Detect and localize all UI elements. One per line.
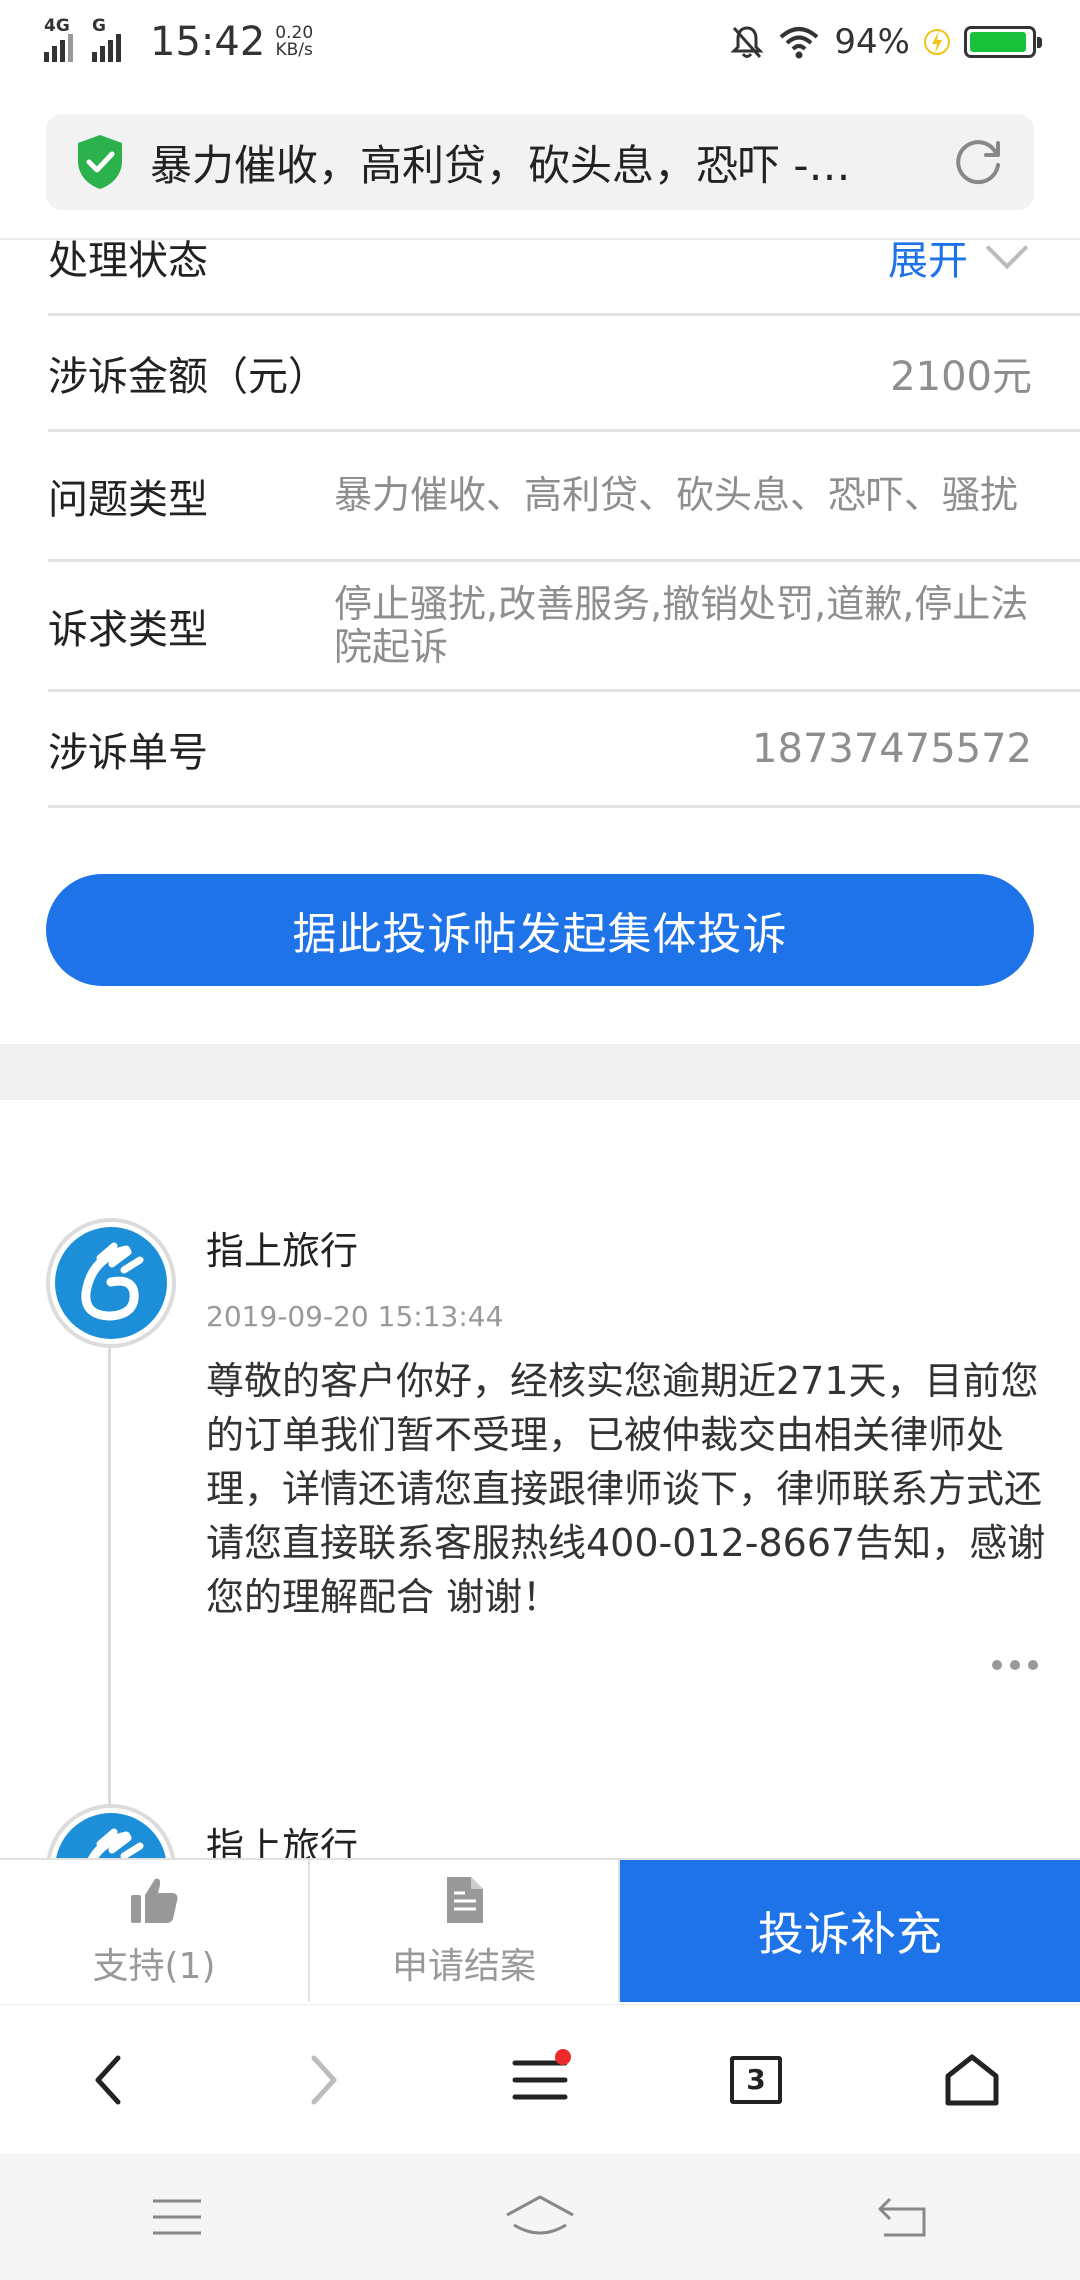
system-home-icon[interactable] <box>504 2193 576 2241</box>
avatar[interactable] <box>46 1218 176 1348</box>
supplement-complaint-button[interactable]: 投诉补充 <box>620 1860 1080 2002</box>
mute-bell-icon <box>730 26 765 59</box>
case-number-row: 涉诉单号 18737475572 <box>48 692 1080 808</box>
status-bar: 4G G 15:42 0.20 KB/s 94% <box>0 0 1080 84</box>
close-case-label[interactable]: 申请结案 <box>392 1937 536 1989</box>
case-number-label: 涉诉单号 <box>48 729 208 776</box>
battery-level <box>970 32 1027 52</box>
issue-type-value: 暴力催收、高利贷、砍头息、恐吓、骚扰 <box>334 473 1019 517</box>
address-bar[interactable]: 暴力催收，高利贷，砍头息，恐吓 -… <box>46 114 1034 210</box>
issue-type-row: 问题类型 暴力催收、高利贷、砍头息、恐吓、骚扰 <box>48 432 1080 562</box>
section-divider <box>0 1044 1080 1100</box>
menu-button[interactable] <box>495 2035 585 2125</box>
notification-dot <box>555 2048 571 2065</box>
reload-icon[interactable] <box>952 135 1006 189</box>
home-icon <box>945 2054 999 2105</box>
comment-date: 2019-09-20 15:13:44 <box>206 1300 504 1333</box>
support-label[interactable]: 支持(1) <box>93 1937 216 1989</box>
amount-row: 涉诉金额（元） 2100元 <box>48 316 1080 432</box>
back-arrow-icon <box>95 2055 121 2104</box>
brand-logo-icon <box>81 1242 144 1321</box>
wifi-icon <box>780 27 819 59</box>
signal-icon: 4G <box>44 16 78 62</box>
network-speed: 0.20 KB/s <box>275 25 313 59</box>
thumbs-up-icon <box>131 1878 178 1923</box>
demand-type-value: 停止骚扰,改善服务,撤销处罚,道歉,停止法院起诉 <box>334 581 1029 669</box>
battery-icon <box>964 26 1042 58</box>
status-row: 处理状态 展开 <box>48 226 1080 316</box>
system-back-icon[interactable] <box>876 2195 930 2239</box>
complaint-details: 处理状态 展开 涉诉金额（元） 2100元 问题类型 暴力催收、高利贷、砍头息、… <box>48 226 1080 808</box>
status-label: 处理状态 <box>48 238 208 284</box>
clock: 15:42 <box>150 19 266 65</box>
expand-toggle[interactable]: 展开 <box>888 226 1080 286</box>
amount-value: 2100元 <box>890 353 1032 400</box>
action-bar: 支持(1) 申请结案 投诉补充 <box>0 1858 1080 2002</box>
close-case-button[interactable]: 申请结案 <box>310 1860 620 2002</box>
document-icon <box>447 1877 483 1923</box>
demand-type-row: 诉求类型 停止骚扰,改善服务,撤销处罚,道歉,停止法院起诉 <box>48 562 1080 692</box>
case-number-value: 18737475572 <box>752 725 1032 772</box>
back-button[interactable] <box>63 2035 153 2125</box>
issue-type-label: 问题类型 <box>48 476 208 523</box>
demand-type-label: 诉求类型 <box>48 606 208 653</box>
chevron-down-icon[interactable] <box>985 226 1029 270</box>
collective-complaint-button[interactable]: 据此投诉帖发起集体投诉 <box>46 874 1034 986</box>
amount-label: 涉诉金额（元） <box>48 353 328 400</box>
battery-percent: 94% <box>834 22 910 62</box>
signal-icon-secondary: G <box>92 16 130 62</box>
page-title[interactable]: 暴力催收，高利贷，砍头息，恐吓 -… <box>150 132 928 193</box>
tabs-button[interactable]: 3 <box>711 2035 801 2125</box>
support-button[interactable]: 支持(1) <box>0 1860 310 2002</box>
recent-apps-icon[interactable] <box>150 2195 204 2239</box>
browser-toolbar: 3 <box>0 2004 1080 2154</box>
tab-count[interactable]: 3 <box>730 2055 782 2104</box>
forward-arrow-icon <box>311 2055 337 2104</box>
home-button[interactable] <box>927 2035 1017 2125</box>
comment-text: 尊敬的客户你好，经核实您逾期近271天，目前您的订单我们暂不受理，已被仲裁交由相… <box>206 1359 1046 1619</box>
speed-unit: KB/s <box>275 40 313 60</box>
network-type-label-secondary: G <box>92 16 106 36</box>
secure-shield-icon <box>78 135 122 189</box>
system-navigation-bar <box>0 2154 1080 2280</box>
forward-button[interactable] <box>279 2035 369 2125</box>
more-options-icon[interactable] <box>992 1660 1038 1670</box>
expand-label[interactable]: 展开 <box>888 228 968 286</box>
comment-author: 指上旅行 <box>206 1229 359 1273</box>
timeline-line <box>108 1340 111 1810</box>
charging-icon <box>924 29 950 55</box>
network-type-label: 4G <box>44 16 70 36</box>
